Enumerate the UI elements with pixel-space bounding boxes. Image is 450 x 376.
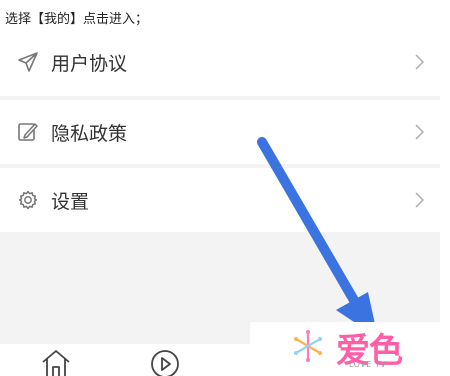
settings-menu: 用户协议 隐私政策 设置 [0,28,440,344]
gear-icon [17,189,39,211]
instruction-text: 选择【我的】点击进入； [5,12,149,27]
chevron-right-icon [415,192,425,208]
edit-icon [17,121,39,143]
menu-item-label: 用户协议 [51,52,128,75]
chevron-right-icon [415,54,425,70]
menu-item-user-agreement[interactable]: 用户协议 [0,28,440,96]
menu-item-privacy-policy[interactable]: 隐私政策 [0,100,440,164]
snowflake-logo-icon [294,330,322,362]
send-icon [17,51,39,73]
menu-item-label: 隐私政策 [51,122,128,145]
watermark-subtitle: LOVE TV [349,360,387,369]
menu-item-settings[interactable]: 设置 [0,168,440,232]
menu-item-label: 设置 [51,190,90,213]
chevron-right-icon [415,124,425,140]
